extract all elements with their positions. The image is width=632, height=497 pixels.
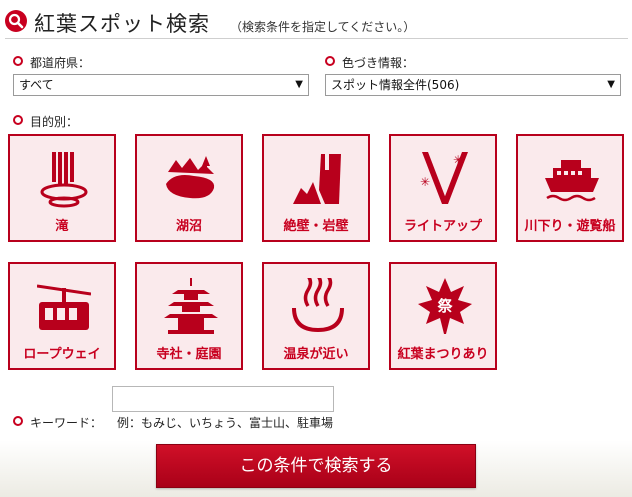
purpose-label: 目的別： xyxy=(13,113,78,130)
tile-label: 温泉が近い xyxy=(283,347,349,362)
prefecture-select[interactable]: すべて ▼ xyxy=(13,74,309,96)
tile-lake[interactable]: 湖沼 xyxy=(135,134,243,242)
lightup-icon: ✳ ✳ xyxy=(420,152,468,204)
tile-label: ライトアップ xyxy=(403,219,482,234)
ropeway-icon xyxy=(37,284,91,330)
color-info-selected-value: スポット情報全件(506) xyxy=(331,78,460,92)
tile-label: 絶壁・岩壁 xyxy=(283,219,349,234)
prefecture-selected-value: すべて xyxy=(19,78,54,92)
tile-label: 紅葉まつりあり xyxy=(397,347,489,362)
tile-label: 寺社・庭園 xyxy=(156,347,222,362)
color-info-label: 色づき情報： xyxy=(325,54,414,71)
boat-icon xyxy=(545,160,599,202)
keyword-label: キーワード： xyxy=(13,414,102,431)
lake-icon xyxy=(166,156,215,199)
hot-spring-icon xyxy=(292,278,344,333)
tile-boat[interactable]: 川下り・遊覧船 xyxy=(516,134,624,242)
tile-label: 湖沼 xyxy=(175,219,202,234)
tile-hot-spring[interactable]: 温泉が近い xyxy=(262,262,370,370)
tile-lightup[interactable]: ✳ ✳ ライトアップ xyxy=(389,134,497,242)
search-icon xyxy=(5,10,27,32)
instruction-note: （検索条件を指定してください。） xyxy=(230,20,416,34)
tile-waterfall[interactable]: 滝 xyxy=(8,134,116,242)
tile-label: 滝 xyxy=(55,219,69,234)
tile-cliff[interactable]: 絶壁・岩壁 xyxy=(262,134,370,242)
tile-maple-festival[interactable]: 祭 紅葉まつりあり xyxy=(389,262,497,370)
dropdown-arrow-icon: ▼ xyxy=(295,79,303,90)
tile-pagoda[interactable]: 寺社・庭園 xyxy=(135,262,243,370)
pagoda-icon xyxy=(164,278,218,334)
keyword-example: 例：もみじ、いちょう、富士山、駐車場 xyxy=(117,416,334,430)
tile-label: 川下り・遊覧船 xyxy=(524,219,616,234)
color-info-select[interactable]: スポット情報全件(506) ▼ xyxy=(325,74,621,96)
page-title: 紅葉スポット検索 xyxy=(34,12,210,36)
maple-festival-icon: 祭 xyxy=(418,278,472,334)
festival-char: 祭 xyxy=(436,297,453,315)
tile-ropeway[interactable]: ロープウェイ xyxy=(8,262,116,370)
svg-text:✳: ✳ xyxy=(420,175,430,189)
prefecture-label: 都道府県： xyxy=(13,54,90,71)
cliff-icon xyxy=(293,154,341,204)
waterfall-icon xyxy=(40,152,88,208)
search-button[interactable]: この条件で検索する xyxy=(156,444,476,488)
keyword-input[interactable] xyxy=(112,386,334,412)
svg-text:✳: ✳ xyxy=(453,153,463,167)
header-divider xyxy=(5,38,628,39)
tile-label: ロープウェイ xyxy=(23,347,101,362)
dropdown-arrow-icon: ▼ xyxy=(607,79,615,90)
